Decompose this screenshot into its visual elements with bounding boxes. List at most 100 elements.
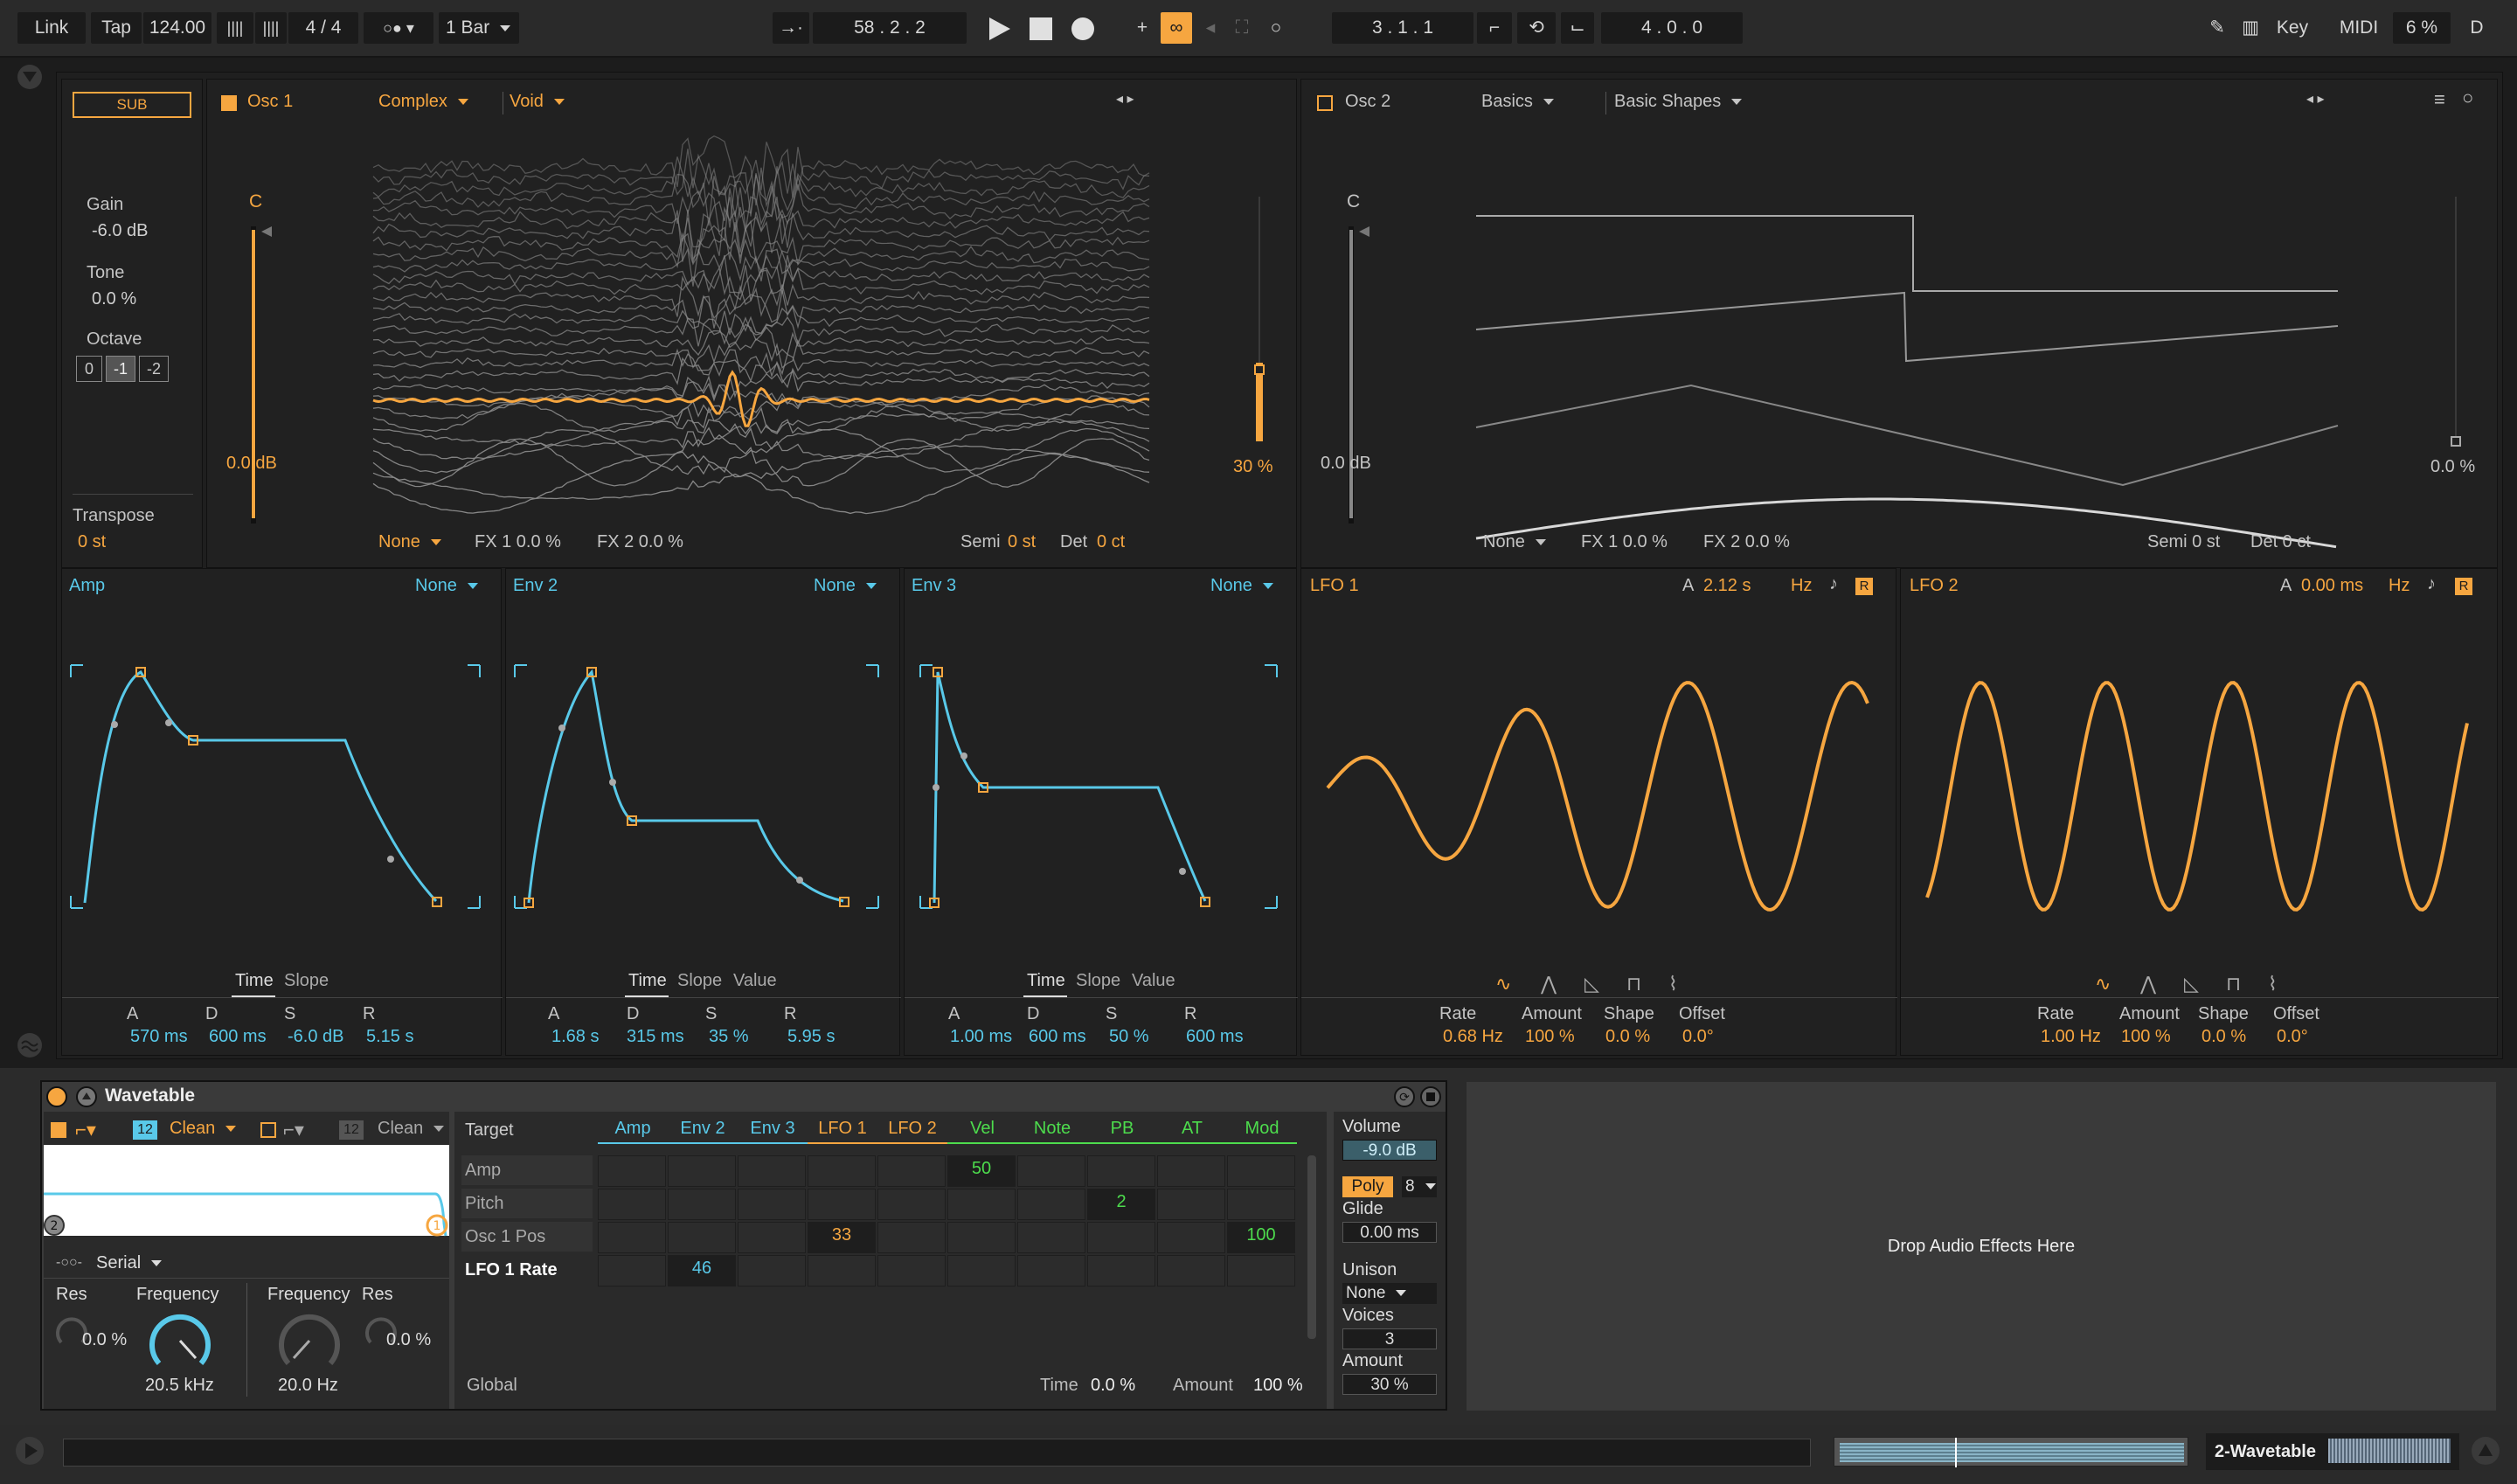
env2-time-tab[interactable]: Time: [628, 971, 667, 991]
matrix-cell[interactable]: [598, 1155, 666, 1187]
matrix-cell[interactable]: [877, 1155, 946, 1187]
matrix-cell[interactable]: [1087, 1222, 1155, 1253]
midi-map-button[interactable]: MIDI: [2333, 12, 2384, 44]
matrix-cell[interactable]: [1017, 1155, 1085, 1187]
filter1-marker[interactable]: 1: [433, 1219, 441, 1233]
key-map-button[interactable]: Key: [2271, 12, 2314, 44]
gain-value[interactable]: -6.0 dB: [92, 221, 148, 241]
osc1-wavetable-select[interactable]: Void: [510, 92, 676, 112]
stop-icon[interactable]: [1030, 17, 1052, 40]
osc1-prev-next-icon[interactable]: ◂ ▸: [1116, 90, 1134, 107]
target-row-pitch[interactable]: Pitch: [461, 1189, 593, 1218]
save-preset-icon[interactable]: [1419, 1085, 1442, 1108]
matrix-cell[interactable]: [1227, 1189, 1295, 1220]
filter1-res-value[interactable]: 0.0 %: [82, 1330, 127, 1350]
octave-minus2-button[interactable]: -2: [139, 356, 169, 382]
matrix-cell[interactable]: [738, 1189, 806, 1220]
matrix-cell[interactable]: [947, 1255, 1016, 1286]
matrix-cell[interactable]: [1017, 1255, 1085, 1286]
env2-decay-value[interactable]: 315 ms: [627, 1027, 684, 1047]
unison-amount-value[interactable]: 30 %: [1342, 1374, 1437, 1395]
matrix-cell[interactable]: [668, 1189, 736, 1220]
sine-shape-icon[interactable]: ∿: [1495, 973, 1511, 995]
tone-value[interactable]: 0.0 %: [92, 289, 136, 309]
filter2-type-icon[interactable]: ⌐▾: [283, 1119, 304, 1141]
session-record-icon[interactable]: ○: [1260, 12, 1292, 44]
matrix-cell[interactable]: [1157, 1189, 1225, 1220]
matrix-cell[interactable]: [1087, 1155, 1155, 1187]
env2-attack-value[interactable]: 1.68 s: [551, 1027, 599, 1047]
time-signature-field[interactable]: 4 / 4: [288, 12, 358, 44]
matrix-cell[interactable]: [1087, 1255, 1155, 1286]
target-row-amp[interactable]: Amp: [461, 1155, 593, 1185]
lfo2-random-shape-icon[interactable]: ⌇: [2268, 973, 2278, 995]
matrix-cell[interactable]: [1227, 1255, 1295, 1286]
filter1-toggle[interactable]: [51, 1122, 66, 1138]
play-icon[interactable]: [988, 16, 1012, 42]
device-title[interactable]: Wavetable: [105, 1085, 195, 1106]
lfo2-attack-value[interactable]: 0.00 ms: [2301, 576, 2363, 596]
triangle-shape-icon[interactable]: ⋀: [1541, 973, 1557, 995]
matrix-mod-amount[interactable]: 2: [1087, 1189, 1155, 1220]
lfo1-shape-value[interactable]: 0.0 %: [1605, 1027, 1650, 1047]
matrix-mod-amount[interactable]: 50: [947, 1155, 1016, 1187]
matrix-cell[interactable]: [1157, 1255, 1225, 1286]
matrix-cell[interactable]: [738, 1155, 806, 1187]
matrix-cell[interactable]: [598, 1222, 666, 1253]
matrix-scrollbar[interactable]: [1307, 1155, 1316, 1339]
env2-slope-tab[interactable]: Slope: [677, 971, 722, 991]
matrix-cell[interactable]: [947, 1189, 1016, 1220]
unison-select[interactable]: None: [1342, 1283, 1437, 1304]
lfo2-amount-value[interactable]: 100 %: [2121, 1027, 2171, 1047]
amount-value[interactable]: 100 %: [1253, 1376, 1303, 1396]
env3-attack-value[interactable]: 1.00 ms: [950, 1027, 1012, 1047]
filter1-frequency-knob[interactable]: [147, 1307, 213, 1374]
drop-audio-effects-zone[interactable]: Drop Audio Effects Here: [1467, 1082, 2496, 1411]
osc1-fx2[interactable]: FX 2 0.0 %: [597, 532, 683, 552]
osc1-position-value[interactable]: 30 %: [1233, 457, 1273, 477]
env2-graph[interactable]: [506, 569, 901, 919]
matrix-cell[interactable]: [1017, 1189, 1085, 1220]
record-icon[interactable]: [1070, 16, 1096, 42]
sub-toggle-button[interactable]: SUB: [73, 92, 191, 118]
lfo2-sine-shape-icon[interactable]: ∿: [2095, 973, 2111, 995]
overview-scrubber[interactable]: [1834, 1437, 2188, 1467]
matrix-cell[interactable]: [1017, 1222, 1085, 1253]
env3-graph[interactable]: [905, 569, 1298, 919]
device-activator-icon[interactable]: [45, 1085, 68, 1108]
osc2-fx1[interactable]: FX 1 0.0 %: [1581, 532, 1668, 552]
device-fold-icon[interactable]: [75, 1085, 98, 1108]
tap-button[interactable]: Tap: [91, 12, 142, 44]
browser-toggle-icon[interactable]: [16, 63, 44, 91]
osc1-wavetable-display[interactable]: [372, 135, 1160, 525]
capture-icon[interactable]: ⛶: [1227, 12, 1257, 44]
matrix-cell[interactable]: [1157, 1155, 1225, 1187]
lfo2-square-shape-icon[interactable]: ⊓: [2226, 973, 2241, 995]
osc2-category-select[interactable]: Basics: [1481, 92, 1554, 112]
osc2-wavetable-display[interactable]: [1475, 132, 2350, 525]
routing-select[interactable]: Serial: [96, 1253, 162, 1273]
filter2-circuit-select[interactable]: Clean: [378, 1119, 444, 1139]
punch-in-icon[interactable]: ⌐: [1477, 12, 1512, 44]
metronome-icon[interactable]: ○● ▾: [364, 12, 433, 44]
square-shape-icon[interactable]: ⊓: [1626, 973, 1641, 995]
lfo2-saw-shape-icon[interactable]: ◺: [2184, 973, 2199, 995]
lfo2-shape-value[interactable]: 0.0 %: [2202, 1027, 2246, 1047]
osc2-fx-mode-select[interactable]: None: [1483, 532, 1546, 552]
filter2-toggle[interactable]: [260, 1122, 276, 1138]
lfo1-offset-value[interactable]: 0.0°: [1682, 1027, 1714, 1047]
link-button[interactable]: Link: [17, 12, 86, 44]
osc2-level-handle[interactable]: [1359, 226, 1369, 237]
matrix-cell[interactable]: [808, 1255, 876, 1286]
time-value[interactable]: 0.0 %: [1091, 1376, 1135, 1396]
osc2-position-slider[interactable]: [2455, 197, 2457, 441]
nudge-up-icon[interactable]: ||||: [255, 12, 287, 44]
osc2-det[interactable]: Det 0 ct: [2250, 532, 2311, 552]
matrix-cell[interactable]: [1227, 1155, 1295, 1187]
env3-time-tab[interactable]: Time: [1027, 971, 1065, 991]
env2-release-value[interactable]: 5.95 s: [787, 1027, 835, 1047]
filter1-circuit-select[interactable]: Clean: [170, 1119, 236, 1139]
matrix-mod-amount[interactable]: 33: [808, 1222, 876, 1253]
matrix-mod-amount[interactable]: 100: [1227, 1222, 1295, 1253]
menu-icon[interactable]: ≡: [2434, 88, 2445, 111]
